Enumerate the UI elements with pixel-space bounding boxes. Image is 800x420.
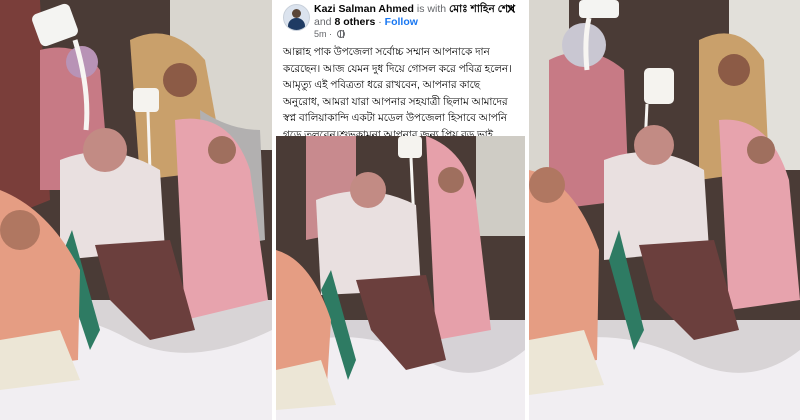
close-icon[interactable]: ✕ <box>505 2 517 16</box>
post-header: Kazi Salman Ahmed is with মোঃ শাহিন শেখ … <box>276 0 525 44</box>
facebook-post-card: Kazi Salman Ahmed is with মোঃ শাহিন শেখ … <box>276 0 525 136</box>
post-meta: 5m · <box>314 29 345 39</box>
post-body-text: আল্লাহ পাক উপজেলা সর্বোচ্চ সম্মান আপনাকে… <box>283 47 512 136</box>
post-author-line: Kazi Salman Ahmed is with মোঃ শাহিন শেখ … <box>314 3 515 29</box>
milk-bath-photo-left <box>0 0 272 420</box>
photo-left <box>0 0 272 420</box>
and-text: and <box>314 16 332 28</box>
others-link[interactable]: 8 others <box>334 16 375 28</box>
avatar-shoulders <box>288 18 305 30</box>
globe-icon <box>336 30 345 38</box>
meta-separator: · <box>329 29 333 39</box>
photo-right <box>529 0 800 420</box>
milk-bath-photo-right <box>529 0 800 420</box>
post-timestamp[interactable]: 5m <box>314 29 327 39</box>
is-with-text: is with <box>416 3 447 15</box>
avatar-head <box>292 9 301 18</box>
avatar[interactable] <box>283 4 310 31</box>
separator-dot: · <box>378 16 382 28</box>
follow-button[interactable]: Follow <box>385 16 418 28</box>
author-name-link[interactable]: Kazi Salman Ahmed <box>314 3 414 15</box>
